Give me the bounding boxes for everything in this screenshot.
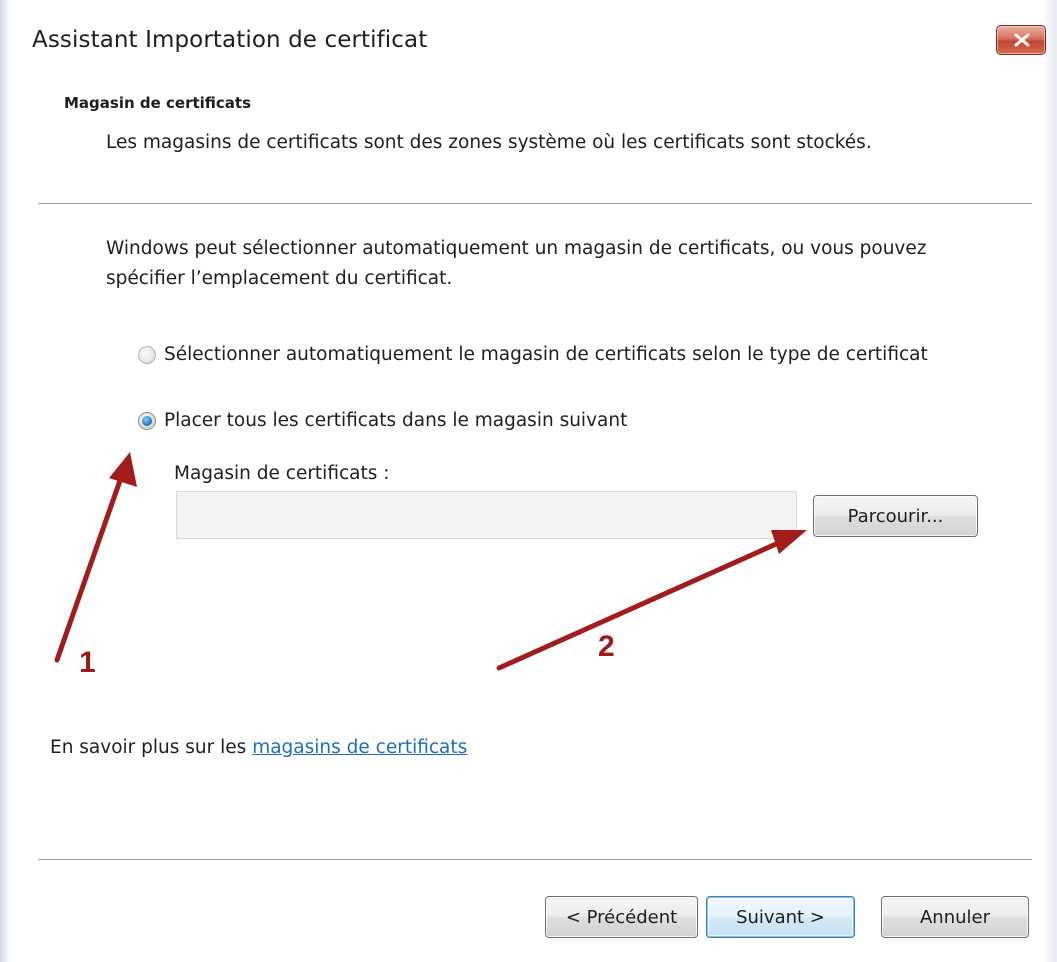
close-button[interactable] <box>996 25 1046 55</box>
footer-divider <box>38 859 1032 861</box>
close-icon <box>1014 33 1030 47</box>
annotation-arrow-1-head <box>109 452 137 487</box>
title-bar: Assistant Importation de certificat <box>10 0 1046 86</box>
radio-button-automatic[interactable] <box>138 345 156 364</box>
learn-more-text: En savoir plus sur les magasins de certi… <box>50 737 467 758</box>
page-description: Les magasins de certificats sont des zon… <box>106 132 872 153</box>
radio-selected-dot <box>142 415 152 426</box>
radio-label-manual: Placer tous les certificats dans le maga… <box>164 410 628 431</box>
window-left-frame <box>0 0 10 962</box>
back-button[interactable]: < Précédent <box>545 896 698 938</box>
annotation-arrow-1-shaft <box>54 469 126 663</box>
window-right-frame <box>1043 0 1057 962</box>
next-button[interactable]: Suivant > <box>706 896 855 938</box>
cancel-button[interactable]: Annuler <box>881 896 1029 938</box>
annotation-number-2: 2 <box>598 630 615 663</box>
learn-more-prefix: En savoir plus sur les <box>50 737 253 758</box>
page-title: Magasin de certificats <box>64 94 252 112</box>
radio-button-manual[interactable] <box>138 411 156 430</box>
annotation-arrow-2-shaft <box>496 537 788 671</box>
certificate-import-wizard-dialog: Assistant Importation de certificat Maga… <box>0 0 1057 962</box>
radio-option-manual[interactable]: Placer tous les certificats dans le maga… <box>138 410 627 431</box>
annotation-number-1: 1 <box>79 646 96 679</box>
header-divider <box>38 203 1032 205</box>
intro-text: Windows peut sélectionner automatiquemen… <box>106 238 927 289</box>
radio-option-automatic[interactable]: Sélectionner automatiquement le magasin … <box>138 344 928 365</box>
learn-more-link[interactable]: magasins de certificats <box>252 737 467 758</box>
certificate-store-label: Magasin de certificats : <box>174 463 390 484</box>
browse-button[interactable]: Parcourir... <box>813 495 978 537</box>
certificate-store-input[interactable] <box>176 491 797 539</box>
window-title: Assistant Importation de certificat <box>32 27 428 53</box>
radio-label-automatic: Sélectionner automatiquement le magasin … <box>164 344 928 365</box>
